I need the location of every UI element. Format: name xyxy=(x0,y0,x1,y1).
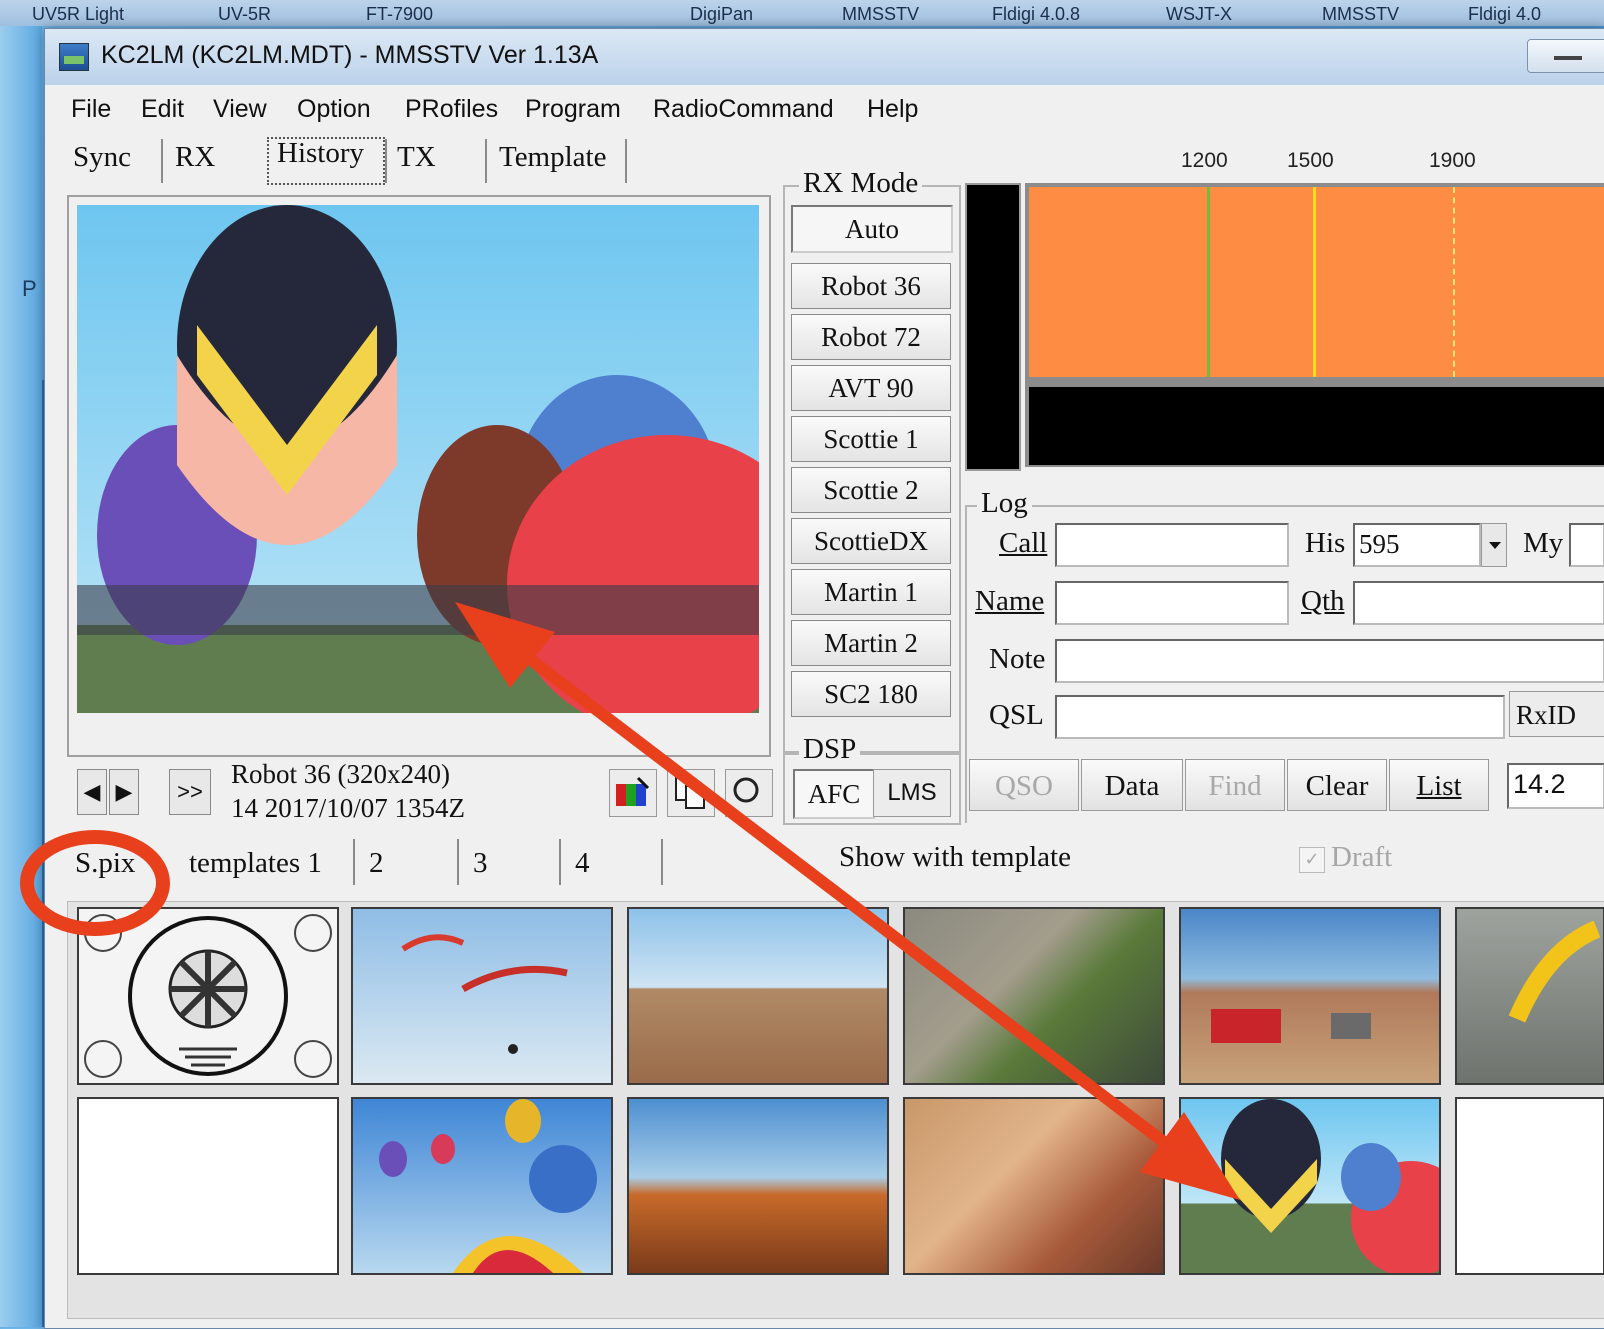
annotation-arrow-line xyxy=(501,635,1194,1167)
annotation-arrowhead-end xyxy=(1140,1112,1240,1200)
annotation-circle xyxy=(20,830,170,936)
annotation-overlay xyxy=(20,602,1240,1200)
annotation-arrowhead-start xyxy=(455,602,555,688)
